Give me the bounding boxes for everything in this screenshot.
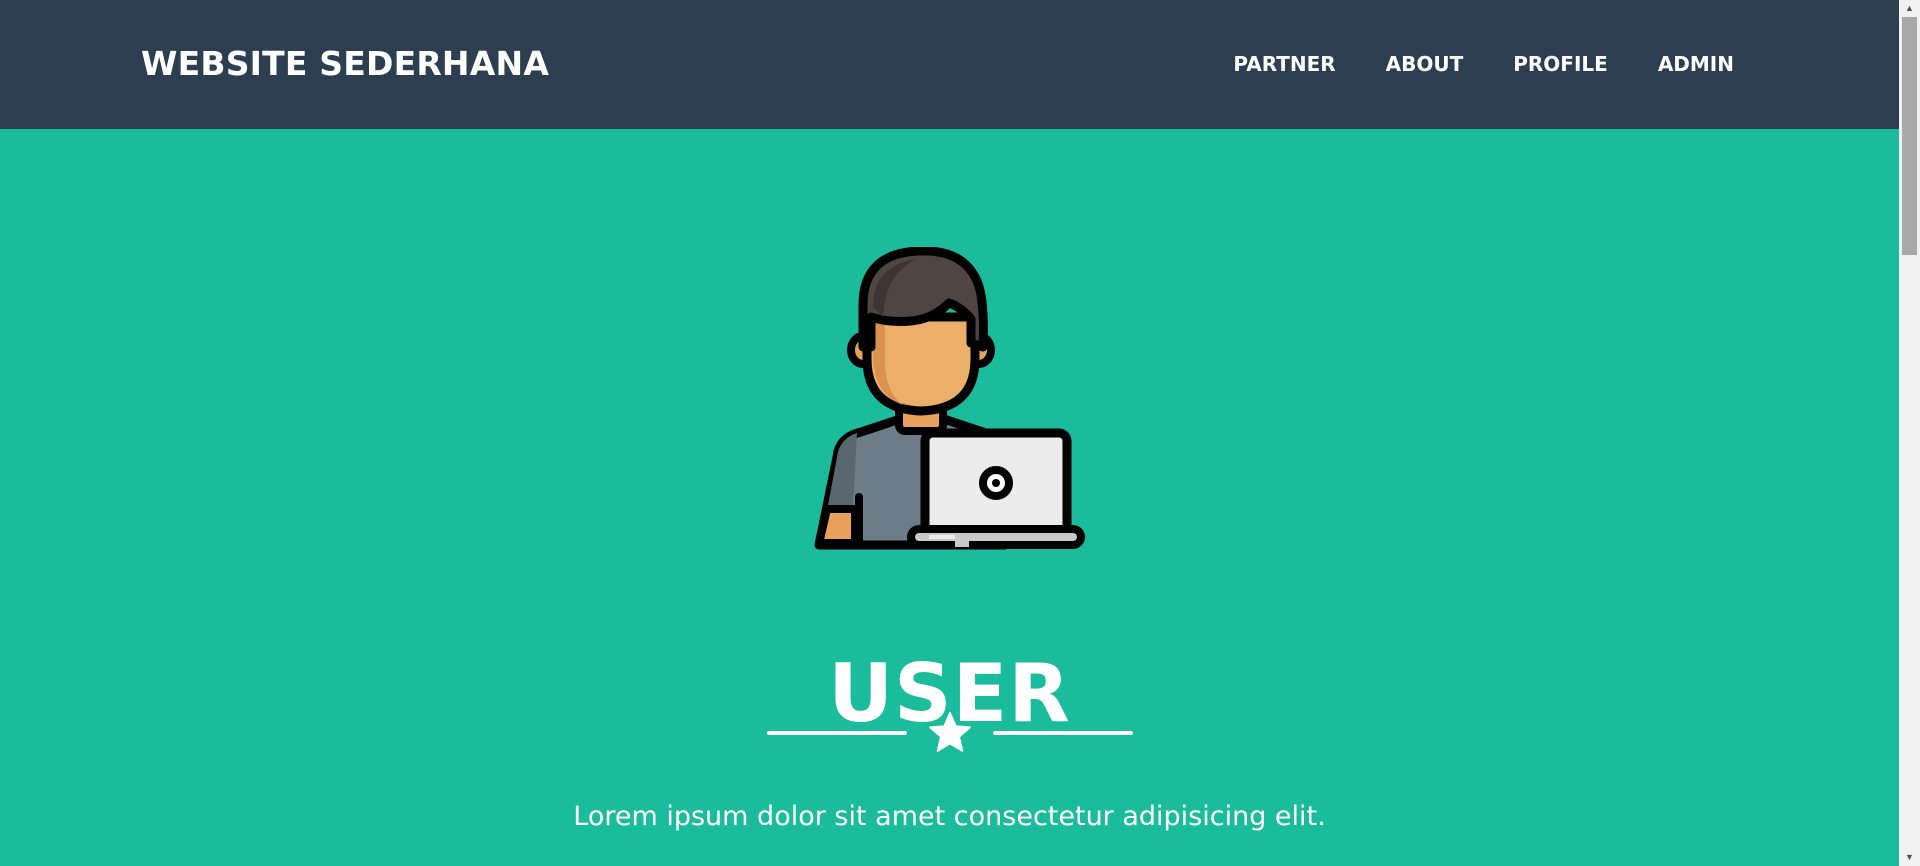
nav-menu: PARTNER ABOUT PROFILE ADMIN xyxy=(1208,49,1734,79)
subtitle: Lorem ipsum dolor sit amet consectetur a… xyxy=(573,801,1326,832)
scroll-down-arrow-icon[interactable]: ▼ xyxy=(1899,849,1920,866)
masthead: USER Lorem ipsum dolor sit amet consecte… xyxy=(0,129,1899,866)
user-laptop-icon xyxy=(813,246,1087,552)
scroll-thumb[interactable] xyxy=(1902,17,1917,255)
brand-link[interactable]: WEBSITE SEDERHANA xyxy=(141,42,549,86)
nav-item-partner[interactable]: PARTNER xyxy=(1208,49,1360,79)
nav-item-admin[interactable]: ADMIN xyxy=(1633,49,1734,79)
divider-line-right xyxy=(993,731,1133,735)
scroll-up-arrow-icon[interactable]: ▲ xyxy=(1899,0,1920,17)
page: WEBSITE SEDERHANA PARTNER ABOUT PROFILE … xyxy=(0,0,1920,866)
nav-item-about[interactable]: ABOUT xyxy=(1361,49,1489,79)
divider-line-left xyxy=(767,731,907,735)
scrollbar[interactable]: ▲ ▼ xyxy=(1899,0,1920,866)
star-icon xyxy=(928,711,972,755)
divider xyxy=(767,711,1133,755)
nav-item-profile[interactable]: PROFILE xyxy=(1488,49,1633,79)
navbar: WEBSITE SEDERHANA PARTNER ABOUT PROFILE … xyxy=(0,0,1899,129)
